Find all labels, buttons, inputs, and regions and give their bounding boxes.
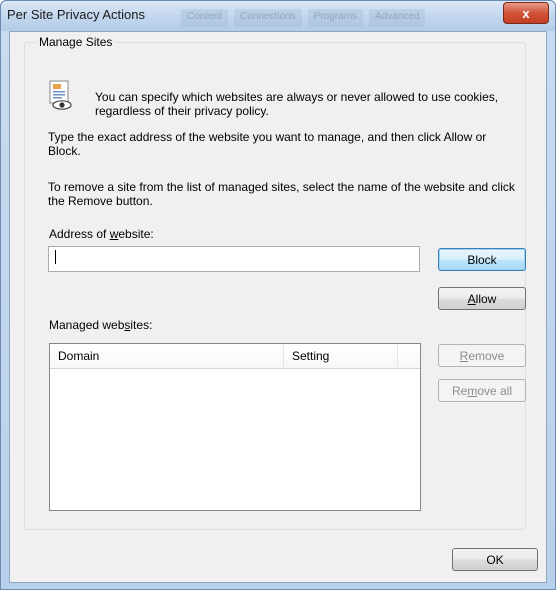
ghost-tab: Advanced	[368, 9, 426, 27]
managed-websites-label: Managed websites:	[49, 318, 153, 332]
ghost-tab: Programs	[307, 9, 363, 27]
window-title: Per Site Privacy Actions	[7, 7, 145, 22]
ghost-tab: Content	[181, 9, 229, 27]
text-caret	[55, 250, 56, 264]
column-header-domain[interactable]: Domain	[50, 344, 284, 368]
website-address-input[interactable]	[48, 246, 420, 272]
intro-text: You can specify which websites are alway…	[95, 90, 499, 118]
close-icon: x	[522, 5, 530, 21]
manage-sites-label: Manage Sites	[36, 35, 116, 49]
add-instructions: Type the exact address of the website yo…	[48, 130, 487, 158]
column-header-setting[interactable]: Setting	[284, 344, 398, 368]
background-tabs: Content Connections Programs Advanced	[181, 9, 511, 27]
allow-button[interactable]: Allow	[438, 287, 526, 310]
remove-instructions: To remove a site from the list of manage…	[48, 180, 515, 208]
block-button[interactable]: Block	[438, 248, 526, 271]
close-button[interactable]: x	[503, 2, 549, 24]
ghost-tab: Connections	[234, 9, 302, 27]
column-header-filler	[398, 344, 420, 368]
address-label: Address of website:	[49, 227, 154, 241]
title-bar[interactable]: Per Site Privacy Actions Content Connect…	[1, 1, 555, 31]
ok-button[interactable]: OK	[452, 548, 538, 571]
remove-all-button[interactable]: Re m ove all	[438, 379, 526, 402]
remove-button[interactable]: Remove	[438, 344, 526, 367]
list-header: Domain Setting	[50, 344, 420, 369]
managed-websites-list[interactable]: Domain Setting	[49, 343, 421, 511]
document-with-eye-icon	[49, 80, 72, 110]
